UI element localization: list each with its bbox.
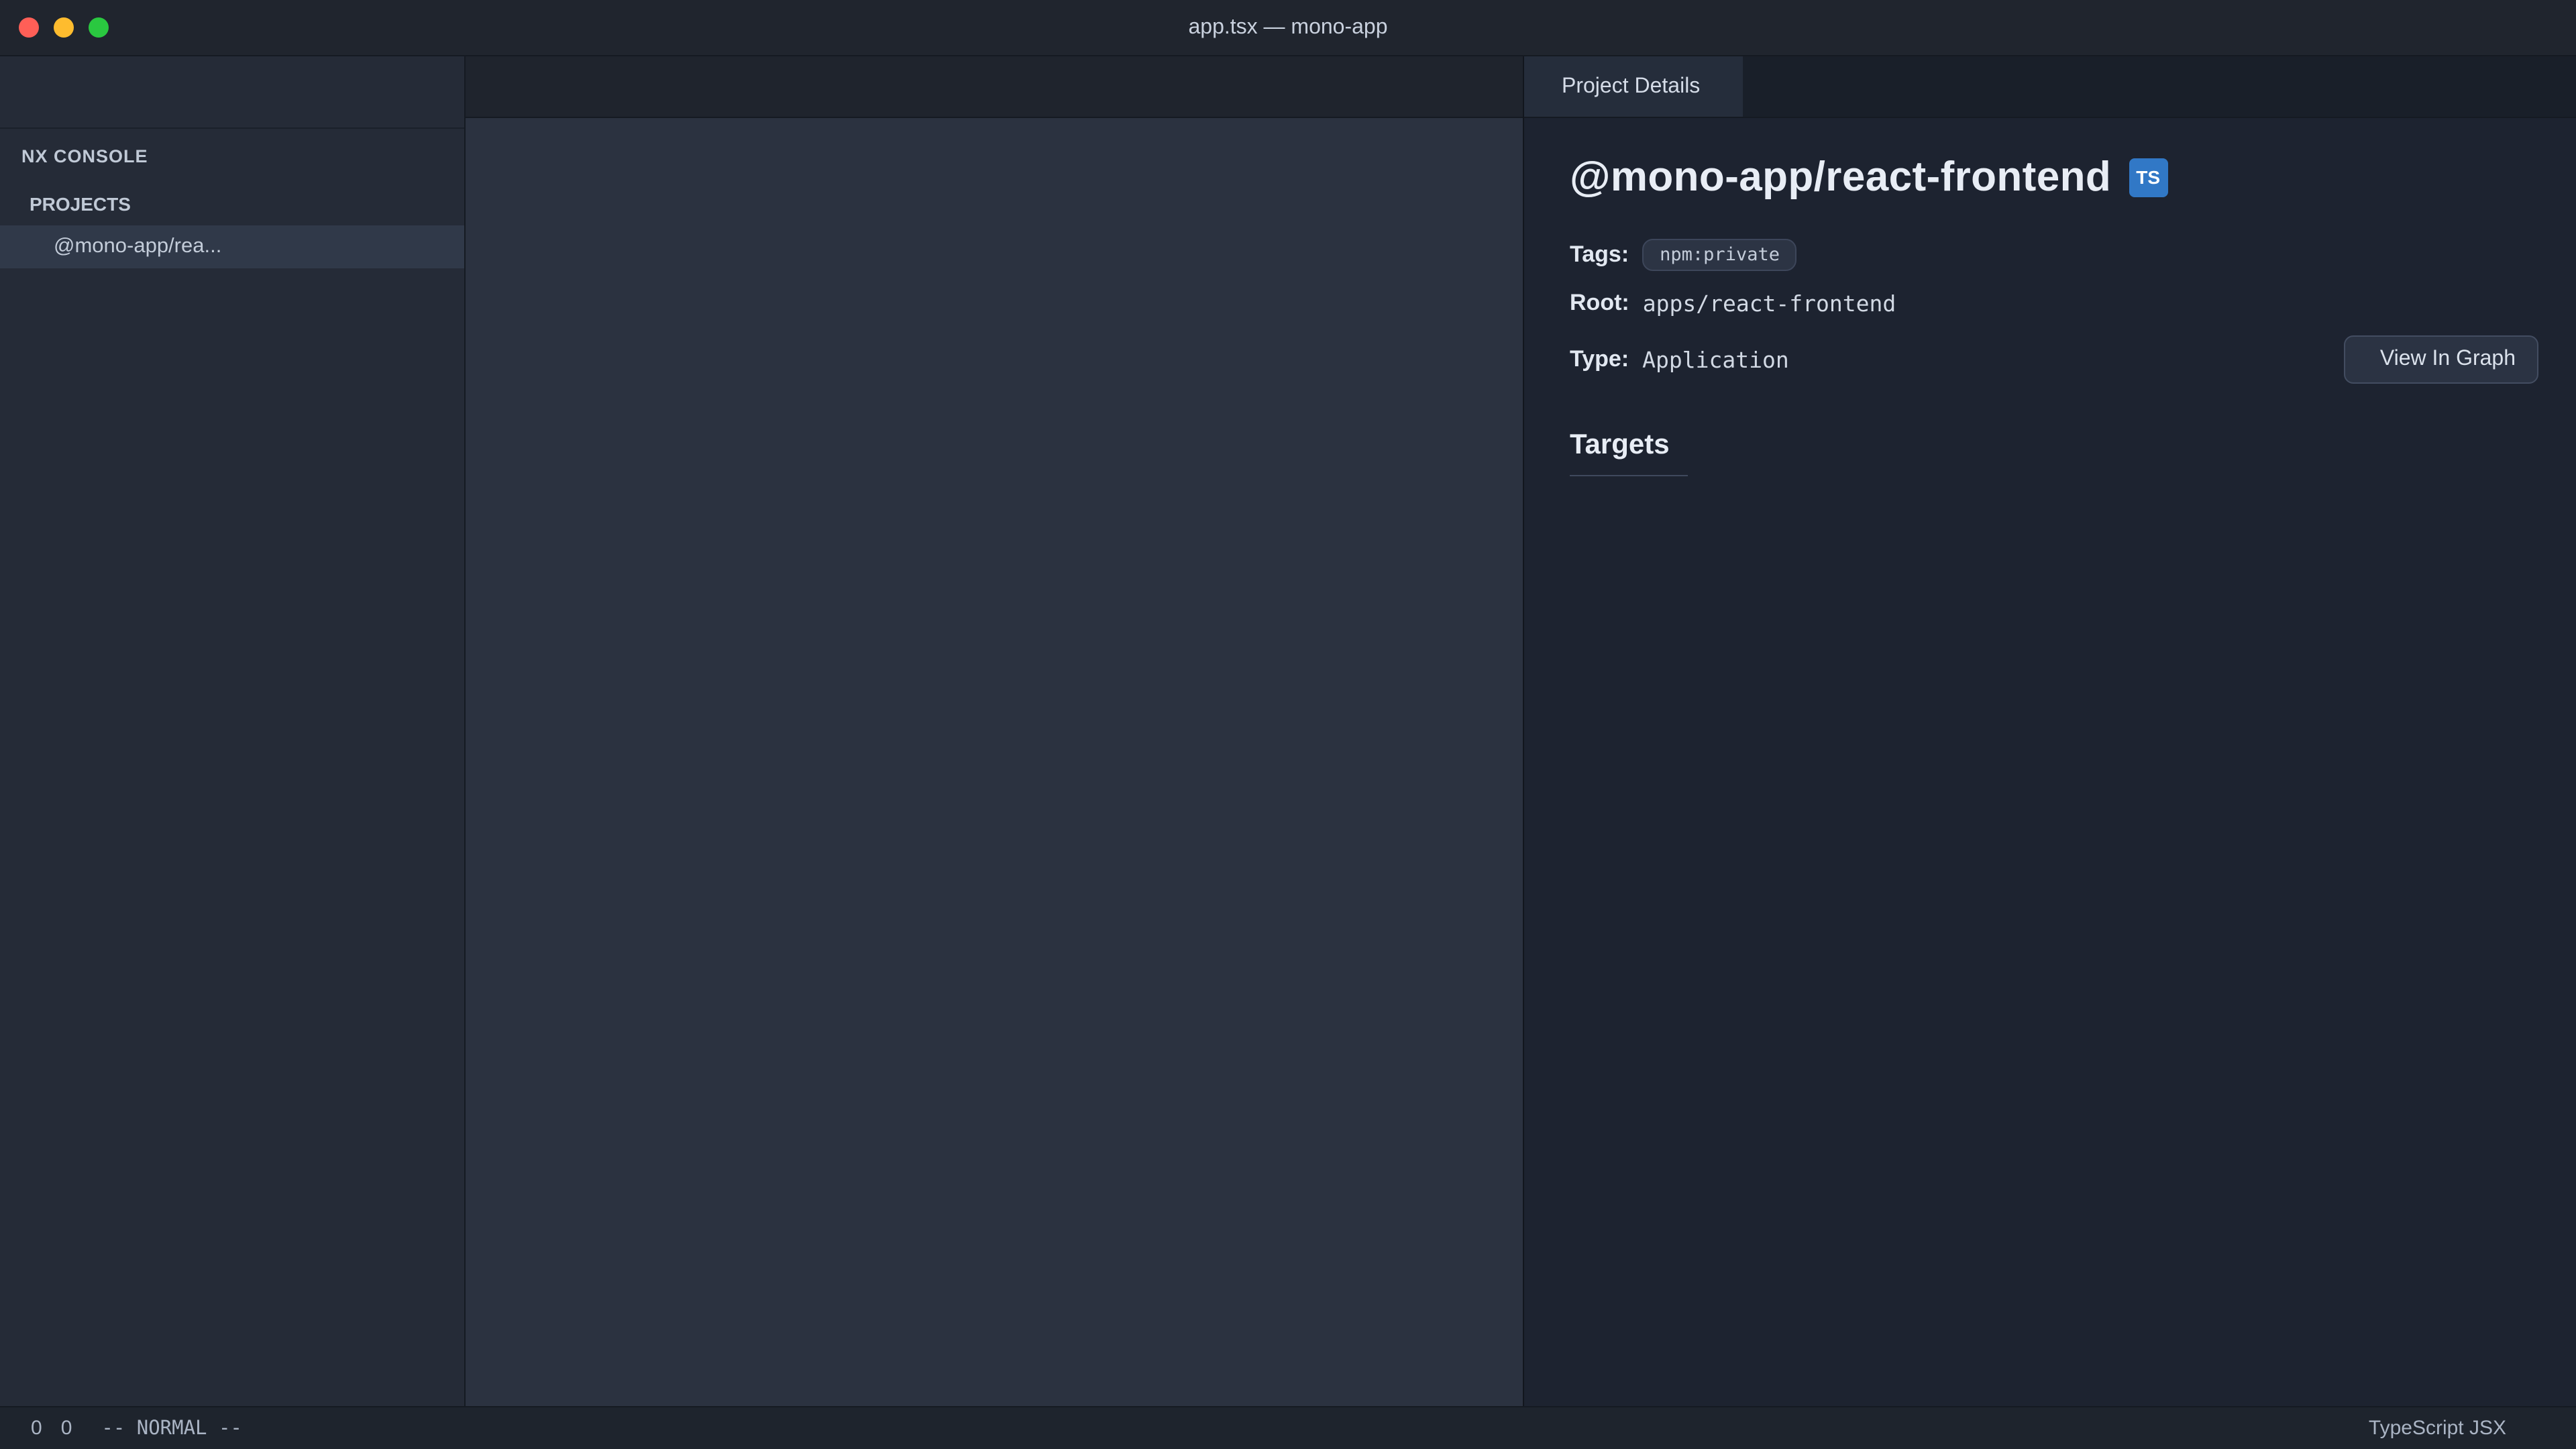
targets-heading: Targets <box>1570 429 1688 476</box>
project-root-label: @mono-app/rea... <box>54 235 408 259</box>
minimize-window-button[interactable] <box>54 17 74 38</box>
activity-bar <box>0 56 464 129</box>
close-window-button[interactable] <box>19 17 39 38</box>
ellipsis-icon[interactable] <box>2549 56 2576 117</box>
status-bar: 0 0 -- NORMAL -- TypeScript JSX <box>0 1406 2576 1449</box>
problems-indicator[interactable]: 0 0 <box>21 1417 72 1440</box>
tab-project-details[interactable]: Project Details <box>1524 56 1743 117</box>
warning-count: 0 <box>61 1417 72 1440</box>
vscode-window: app.tsx — mono-app NX CONSOLE PROJECTS <box>0 0 2576 1449</box>
breadcrumb <box>466 118 1523 164</box>
zoom-window-button[interactable] <box>89 17 109 38</box>
projects-label: PROJECTS <box>30 193 131 215</box>
window-controls <box>0 17 109 38</box>
type-label: Type: <box>1570 346 1629 373</box>
details-tabbar: Project Details <box>1524 56 2576 118</box>
vim-mode-indicator: -- NORMAL -- <box>101 1417 242 1439</box>
language-indicator[interactable]: TypeScript JSX <box>2359 1417 2506 1440</box>
type-value: Application <box>1642 347 1789 372</box>
tag-badge: npm:private <box>1642 239 1797 271</box>
sidebar: NX CONSOLE PROJECTS @mono-app/rea... <box>0 56 466 1406</box>
editor-area <box>466 56 1523 1406</box>
error-count: 0 <box>31 1417 42 1440</box>
window-title: app.tsx — mono-app <box>0 15 2576 40</box>
typescript-icon: TS <box>2129 158 2167 197</box>
root-value: apps/react-frontend <box>1643 290 1896 316</box>
project-details-content: @mono-app/react-frontend TS Tags: npm:pr… <box>1524 118 2576 1406</box>
projects-section-header[interactable]: PROJECTS <box>0 182 464 225</box>
details-tab-label: Project Details <box>1562 74 1700 99</box>
projects-tree: PROJECTS @mono-app/rea... <box>0 182 464 1406</box>
view-in-graph-label: View In Graph <box>2380 347 2516 372</box>
view-in-graph-button[interactable]: View In Graph <box>2344 335 2538 384</box>
project-title: @mono-app/react-frontend <box>1570 153 2111 201</box>
editor-actions <box>1402 56 1523 117</box>
project-title-row: @mono-app/react-frontend TS <box>1570 153 2538 201</box>
project-root-item[interactable]: @mono-app/rea... <box>0 225 464 268</box>
language-label: TypeScript JSX <box>2369 1417 2506 1440</box>
code-editor[interactable] <box>466 164 1523 1406</box>
editor-tabbar <box>466 56 1523 118</box>
tags-row: Tags: npm:private <box>1570 239 2538 271</box>
titlebar: app.tsx — mono-app <box>0 0 2576 56</box>
project-details-panel: Project Details @mono-app/react-frontend… <box>1523 56 2576 1406</box>
nx-console-header: NX CONSOLE <box>0 129 464 182</box>
type-row: Type: Application View In Graph <box>1570 335 2538 384</box>
tags-label: Tags: <box>1570 241 1629 268</box>
panel-title: NX CONSOLE <box>21 146 148 166</box>
root-row: Root: apps/react-frontend <box>1570 290 2538 317</box>
root-label: Root: <box>1570 290 1629 317</box>
